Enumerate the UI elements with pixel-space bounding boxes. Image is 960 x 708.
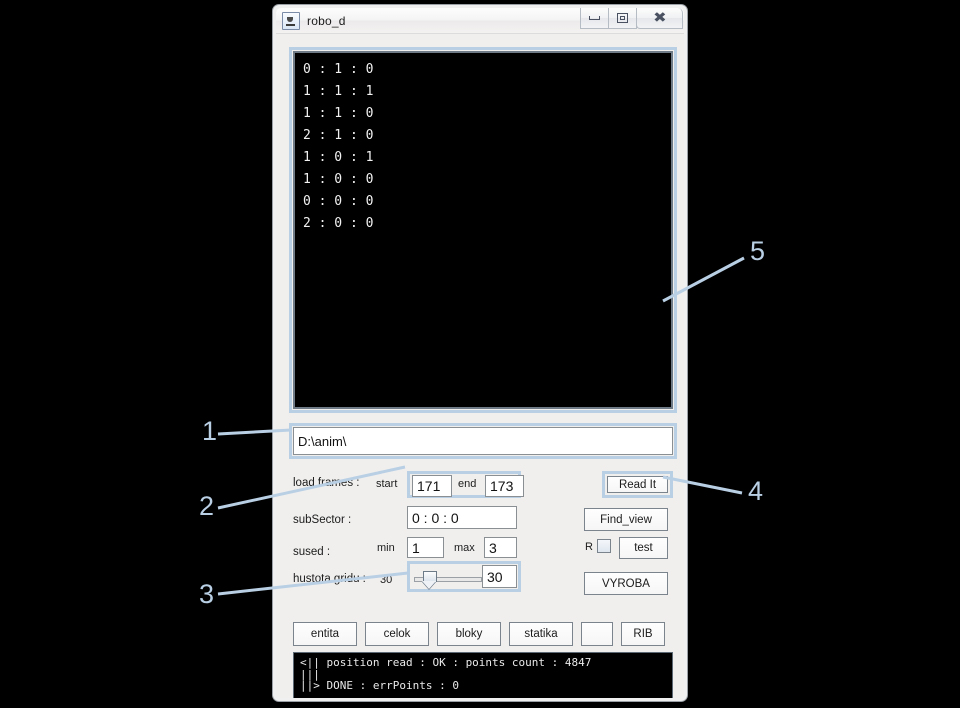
render-viewport[interactable]: 0 : 1 : 0 1 : 1 : 1 1 : 1 : 0 2 : 1 : 0 … [293,51,673,409]
statika-button[interactable]: statika [509,622,573,646]
callout-1-highlight [289,423,677,459]
viewport-line: 1 : 0 : 1 [303,150,374,165]
close-button[interactable]: ✖ [636,8,683,29]
viewport-line: 2 : 1 : 0 [303,128,374,143]
start-frame-input[interactable]: 171 [412,475,452,497]
test-button[interactable]: test [619,537,668,559]
close-icon: ✖ [652,10,667,26]
java-coffee-cup-icon [282,11,300,30]
viewport-line: 2 : 0 : 0 [303,216,374,231]
rib-button[interactable]: RIB [621,622,665,646]
callout-5-number: 5 [750,236,766,266]
blank-button[interactable] [581,622,613,646]
subsector-label: subSector : [293,514,352,526]
max-label-row: max [454,542,475,554]
subsector-input[interactable]: 0 : 0 : 0 [407,506,517,529]
end-frame-input[interactable]: 173 [485,475,524,497]
window-inner: robo_d ✖ 0: 1: 0 1: 1: 1 1: 1: 0 2… [276,8,684,698]
slider-thumb-tip-icon [422,581,436,589]
sused-label: sused : [293,546,331,558]
window-title: robo_d [307,13,346,28]
grid-density-input[interactable]: 30 [482,565,517,588]
load-frames-label: load frames : [293,477,360,489]
minimize-icon [589,16,600,20]
viewport-line: 1 : 0 : 0 [303,172,374,187]
title-bar[interactable]: robo_d ✖ [276,8,684,34]
application-window: robo_d ✖ 0: 1: 0 1: 1: 1 1: 1: 0 2… [272,4,688,702]
load-frames-label-row: load frames : [293,477,359,489]
callout-2-number: 2 [199,491,215,521]
r-label-row: R [585,541,593,553]
start-label-row: start [376,478,397,490]
path-field-wrapper: D:\anim\ [289,423,677,459]
window-controls: ✖ [580,8,683,29]
callout-4-number: 4 [748,476,764,506]
celok-button[interactable]: celok [365,622,429,646]
maximize-button[interactable] [608,8,637,29]
sused-max-input[interactable]: 3 [484,537,517,558]
min-label-row: min [377,542,395,554]
log-line: <|| position read : OK : points count : … [300,656,592,669]
viewport-line: 1 : 1 : 1 [303,84,374,99]
grid-density-static-row: 30 [380,574,392,586]
status-log-panel[interactable]: <|| position read : OK : points count : … [293,652,673,698]
grid-density-slider[interactable] [414,571,482,589]
r-label: R [585,541,593,553]
r-checkbox[interactable] [597,539,611,553]
min-label: min [377,542,395,554]
log-line: ||> DONE : errPoints : 0 [300,679,459,692]
restore-icon [617,13,628,23]
grid-density-static-value: 30 [380,574,393,586]
screenshot-canvas: robo_d ✖ 0: 1: 0 1: 1: 1 1: 1: 0 2… [0,0,960,708]
bloky-button[interactable]: bloky [437,622,501,646]
start-label: start [376,478,398,490]
subsector-label-row: subSector : [293,514,351,526]
vyroba-button[interactable]: VYROBA [584,572,668,595]
grid-density-label-row: hustota gridu : [293,573,366,585]
render-viewport-wrapper: 0 : 1 : 0 1 : 1 : 1 1 : 1 : 0 2 : 1 : 0 … [289,47,677,413]
end-label: end [458,478,477,490]
max-label: max [454,542,475,554]
window-content: 0 : 1 : 0 1 : 1 : 1 1 : 1 : 0 2 : 1 : 0 … [276,34,684,698]
bottom-button-row: entita celok bloky statika RIB [293,622,665,646]
entita-button[interactable]: entita [293,622,357,646]
callout-1-number: 1 [202,416,218,446]
grid-density-label: hustota gridu : [293,573,366,585]
end-label-row: end [458,478,476,490]
viewport-line: 0 : 1 : 0 [303,62,374,77]
callout-3-number: 3 [199,579,215,609]
minimize-button[interactable] [580,8,609,29]
viewport-line: 1 : 1 : 0 [303,106,374,121]
sused-label-row: sused : [293,546,330,558]
viewport-line: 0 : 0 : 0 [303,194,374,209]
find-view-button[interactable]: Find_view [584,508,668,531]
read-it-button[interactable]: Read It [607,476,668,493]
sused-min-input[interactable]: 1 [407,537,444,558]
